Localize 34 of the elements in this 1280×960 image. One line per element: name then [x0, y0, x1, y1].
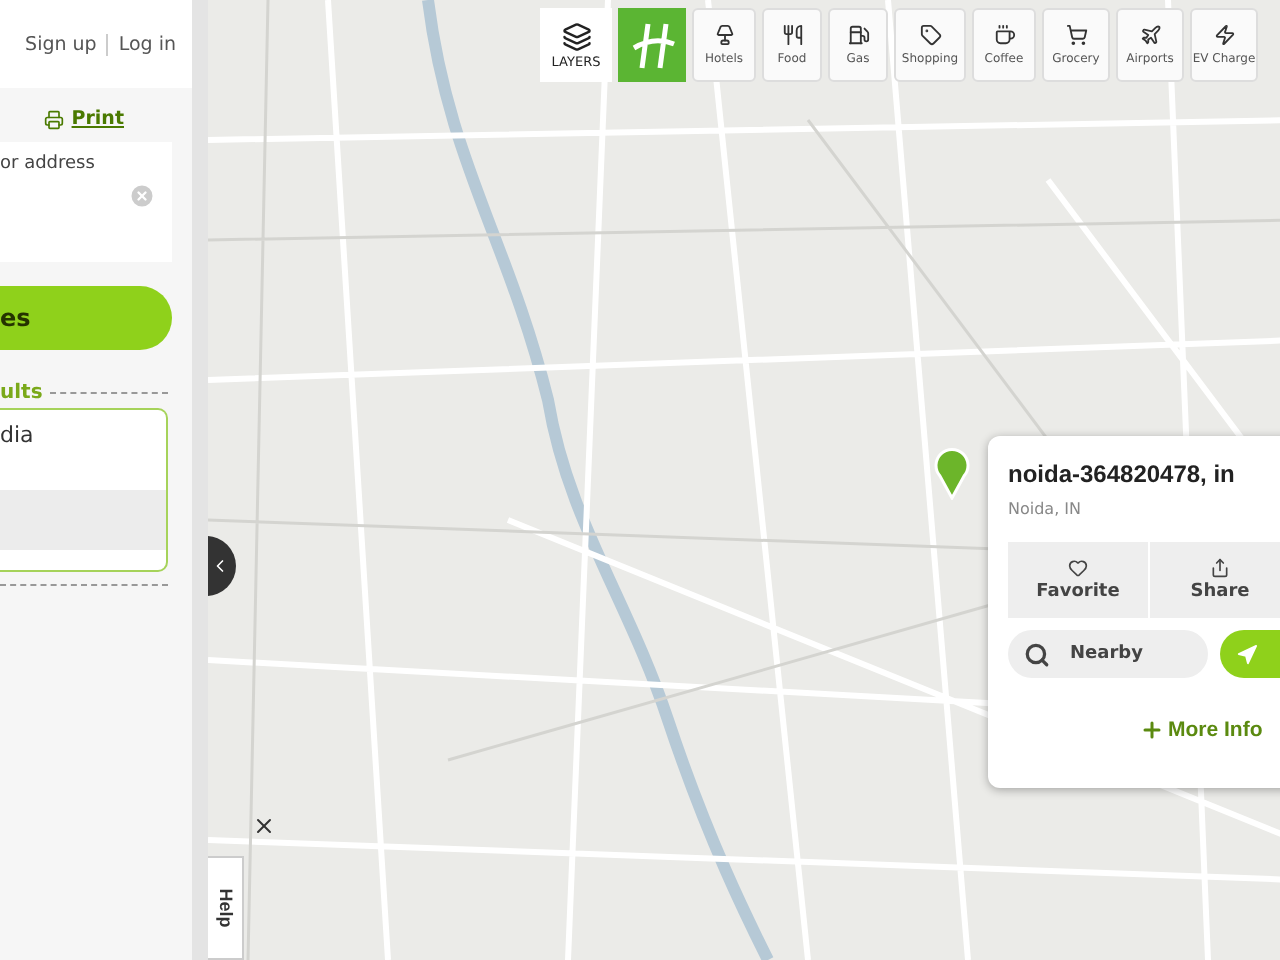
print-link[interactable]: Print	[43, 108, 124, 130]
category-icon	[847, 24, 869, 46]
search-button[interactable]: es	[0, 286, 172, 350]
share-icon	[1210, 558, 1230, 578]
more-info-link[interactable]: More Info	[1140, 718, 1280, 742]
plus-icon	[1140, 718, 1164, 742]
layers-icon	[561, 21, 591, 51]
header-link[interactable]: Sign up	[25, 33, 97, 55]
navigation-icon	[1236, 643, 1258, 665]
heart-icon	[1068, 558, 1088, 578]
category-icon	[1213, 24, 1235, 46]
results-heading: ults	[0, 382, 43, 404]
action-button[interactable]: Favorite	[1008, 542, 1148, 618]
category-icon	[919, 24, 941, 46]
directions-button[interactable]	[1220, 630, 1280, 678]
clear-icon[interactable]	[128, 182, 156, 210]
category-icon	[993, 24, 1015, 46]
place-title: noida-364820478, in	[1008, 460, 1237, 488]
category-icon	[1065, 24, 1087, 46]
hotel-logo[interactable]	[618, 8, 686, 82]
category-icon	[781, 24, 803, 46]
printer-icon	[43, 109, 64, 129]
search-icon	[1024, 641, 1050, 667]
place-subtitle: Noida, IN	[1008, 500, 1084, 518]
category-icon	[1139, 24, 1161, 46]
close-icon[interactable]	[252, 814, 276, 838]
search-field[interactable]: or address	[0, 154, 156, 174]
result-item[interactable]: dia	[0, 410, 166, 490]
help-tab[interactable]: Help	[208, 856, 244, 960]
nearby-button[interactable]: Nearby	[1008, 630, 1208, 678]
category-icon	[713, 24, 735, 46]
header-link[interactable]: Log in	[118, 33, 176, 55]
action-button[interactable]: Share	[1150, 542, 1280, 618]
map-pin-icon[interactable]	[932, 444, 972, 500]
